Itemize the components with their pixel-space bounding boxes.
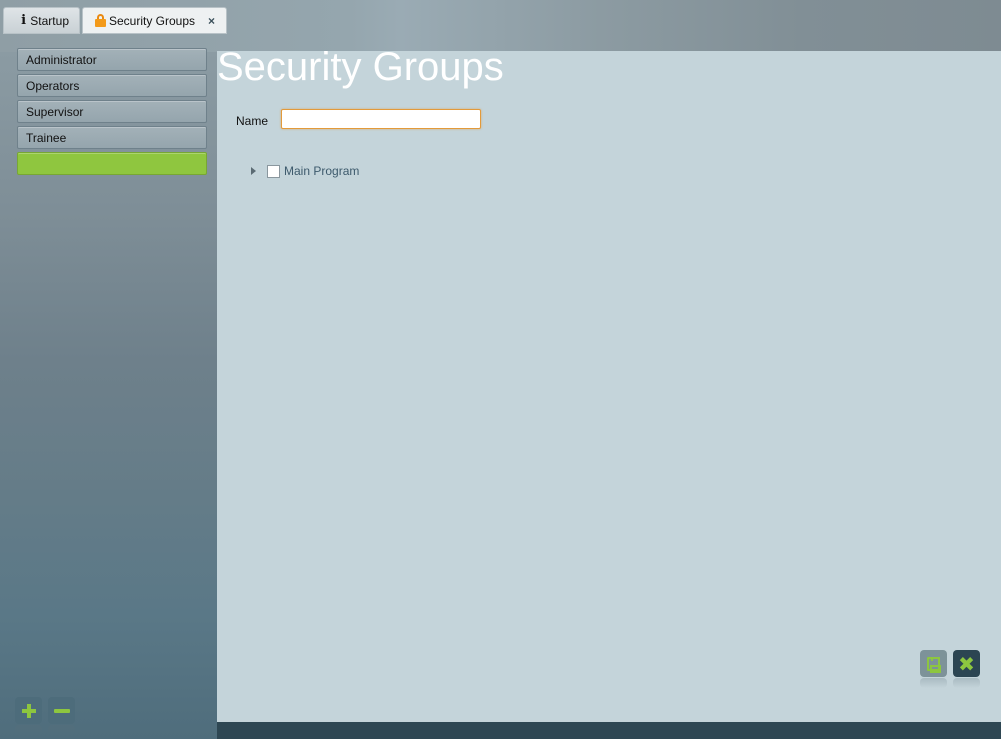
close-tab-icon[interactable]: × xyxy=(208,14,215,28)
tab-startup[interactable]: i Startup xyxy=(3,7,80,34)
close-icon: ✖ xyxy=(958,651,975,676)
plus-icon xyxy=(21,703,36,718)
group-label: Administrator xyxy=(26,52,97,67)
cancel-button[interactable]: ✖ xyxy=(953,650,980,688)
tree-node-main-program: Main Program xyxy=(251,164,359,178)
tab-label: Startup xyxy=(30,13,69,28)
group-item-operators[interactable]: Operators xyxy=(17,74,207,97)
add-group-button[interactable] xyxy=(15,697,42,735)
group-item-supervisor[interactable]: Supervisor xyxy=(17,100,207,123)
lock-icon xyxy=(95,14,106,27)
name-label: Name xyxy=(236,114,269,128)
group-label: Trainee xyxy=(26,130,67,145)
name-input[interactable] xyxy=(281,109,481,129)
group-label: Operators xyxy=(26,78,80,93)
save-icon xyxy=(927,656,941,673)
permission-checkbox[interactable] xyxy=(267,164,280,178)
group-editor-panel: Security Groups Name Main Program xyxy=(217,45,1001,722)
tab-label: Security Groups xyxy=(109,13,196,28)
minus-icon xyxy=(53,708,70,713)
info-icon: i xyxy=(21,13,27,28)
page-title: Security Groups xyxy=(217,45,504,89)
save-button[interactable] xyxy=(920,650,947,688)
group-item-administrator[interactable]: Administrator xyxy=(17,48,207,71)
group-item-new-selected[interactable] xyxy=(17,152,207,175)
expand-arrow-icon[interactable] xyxy=(251,167,256,175)
remove-group-button[interactable] xyxy=(48,697,75,735)
tab-bar: i Startup Security Groups × xyxy=(3,7,227,34)
tab-security-groups[interactable]: Security Groups × xyxy=(82,7,227,34)
group-item-trainee[interactable]: Trainee xyxy=(17,126,207,149)
tree-node-label[interactable]: Main Program xyxy=(284,164,359,178)
security-group-list: Administrator Operators Supervisor Train… xyxy=(17,48,207,178)
bottom-bar xyxy=(217,722,1001,739)
group-label: Supervisor xyxy=(26,104,84,119)
